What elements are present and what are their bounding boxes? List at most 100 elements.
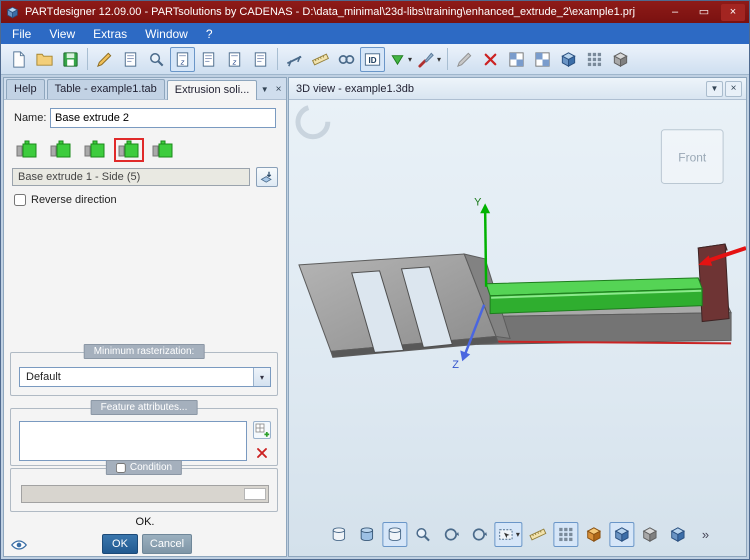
dock-area: Help Table - example1.tab Extrusion soli… [1,75,749,559]
ok-button[interactable]: OK [102,534,138,554]
raster-combo-arrow[interactable]: ▾ [253,368,270,386]
3d-view-dropdown-button[interactable]: ▼ [706,81,723,97]
rasterize-button[interactable] [582,47,607,72]
extrusion-panel: Help Table - example1.tab Extrusion soli… [3,77,287,557]
toolbar-overflow-button[interactable]: » [702,527,709,542]
derive-2d-view-button[interactable] [170,47,195,72]
view-3d-button[interactable] [556,47,581,72]
pick-reference-button[interactable] [256,167,278,187]
selection-mode-button[interactable]: ▾ [494,522,522,547]
generate-button-dropdown-arrow[interactable]: ▾ [408,55,412,64]
menu-view[interactable]: View [40,24,84,44]
id-button-glyph [363,50,382,69]
grid-toggle-button-glyph [556,525,575,544]
dimension-button-glyph [285,50,304,69]
front-view-cube[interactable]: Front [661,130,723,184]
feature-attributes-input[interactable] [19,421,247,461]
menu-file[interactable]: File [3,24,40,44]
feature-attributes-group: Feature attributes... [10,408,278,466]
pan-button[interactable] [466,522,491,547]
extrude-type-icon [83,140,107,160]
generate-button-glyph [388,50,407,69]
3d-viewport[interactable]: Front [289,100,746,556]
delete-feature-button[interactable] [478,47,503,72]
model-plate[interactable] [299,254,510,357]
menu-extras[interactable]: Extras [84,24,136,44]
measure-3d-button[interactable] [525,522,550,547]
extrude-type-4[interactable] [114,138,144,162]
shaded-mode-button[interactable] [609,522,634,547]
toolbar-separator [447,48,448,70]
id-button[interactable] [360,47,385,72]
solid-view-button-glyph [611,50,630,69]
open-button[interactable] [32,47,57,72]
dimension-button[interactable] [282,47,307,72]
zoom-button[interactable] [410,522,435,547]
wireframe-mode-button[interactable] [637,522,662,547]
close-button[interactable]: × [721,4,745,21]
material-button-glyph [533,50,552,69]
extrude-type-1[interactable] [12,138,42,162]
3d-scene[interactable]: Front [289,100,746,556]
tab-extrusion-solid[interactable]: Extrusion soli... [167,80,258,100]
maximize-button[interactable]: ▭ [692,4,716,21]
edit-sketch-button-glyph [95,50,114,69]
measure-button[interactable] [308,47,333,72]
link-variables-button-glyph [337,50,356,69]
tab-help[interactable]: Help [6,79,45,99]
name-input[interactable] [50,108,276,128]
link-variables-button[interactable] [334,47,359,72]
menu-window[interactable]: Window [136,24,197,44]
extrusion-panel-body: Name: Base extrude 1 - Side (5) Reverse … [4,100,286,556]
panel-close-button[interactable]: × [273,82,284,97]
generate-button[interactable]: ▾ [386,47,414,72]
material-button[interactable] [530,47,555,72]
tools-button-dropdown-arrow[interactable]: ▾ [437,55,441,64]
raster-combo[interactable]: Default ▾ [19,367,271,387]
base-reference-field[interactable]: Base extrude 1 - Side (5) [12,168,250,186]
reverse-direction-checkbox[interactable] [14,194,26,206]
db-view-3-button[interactable] [382,522,407,547]
visibility-eye-button[interactable] [10,536,28,554]
db-view-1-button[interactable] [326,522,351,547]
viewport-toolbar: ▾ [326,522,690,547]
texture-button-glyph [507,50,526,69]
extrude-type-row [12,138,178,162]
cancel-button[interactable]: Cancel [142,534,192,554]
perspective-button[interactable] [665,522,690,547]
extrude-type-5[interactable] [148,138,178,162]
add-attribute-button[interactable] [253,421,271,439]
preview-button[interactable] [144,47,169,72]
minimize-button[interactable]: – [663,4,687,21]
edit-sketch-button[interactable] [92,47,117,72]
reverse-direction-row[interactable]: Reverse direction [14,194,117,206]
3d-view-panel: 3D view - example1.3db ▼ × Front [288,77,747,557]
view-3d-button-glyph [559,50,578,69]
selection-mode-button-dropdown-arrow[interactable]: ▾ [516,530,520,539]
extrude-type-3[interactable] [80,138,110,162]
edit-feature-button[interactable] [452,47,477,72]
tools-button[interactable]: ▾ [415,47,443,72]
orbit-button[interactable] [438,522,463,547]
plane-xy-button[interactable] [196,47,221,72]
3d-view-close-button[interactable]: × [725,81,742,97]
plane-xz-button-glyph [225,50,244,69]
tab-table[interactable]: Table - example1.tab [47,79,165,99]
new-sketch-button[interactable] [118,47,143,72]
new-file-button[interactable] [6,47,31,72]
menu-help[interactable]: ? [197,24,222,44]
texture-button[interactable] [504,47,529,72]
extrude-type-2[interactable] [46,138,76,162]
plane-xz-button[interactable] [222,47,247,72]
delete-feature-button-glyph [481,50,500,69]
plane-yz-button[interactable] [248,47,273,72]
db-view-2-button[interactable] [354,522,379,547]
panel-dropdown-button[interactable]: ▼ [259,82,270,97]
remove-attribute-button[interactable] [253,444,271,462]
solid-view-button[interactable] [608,47,633,72]
grid-toggle-button[interactable] [553,522,578,547]
render-mode-button[interactable] [581,522,606,547]
save-button[interactable] [58,47,83,72]
partdesigner-window: { "titlebar": { "title": "PARTdesigner 1… [0,0,750,560]
condition-checkbox[interactable] [116,463,126,473]
